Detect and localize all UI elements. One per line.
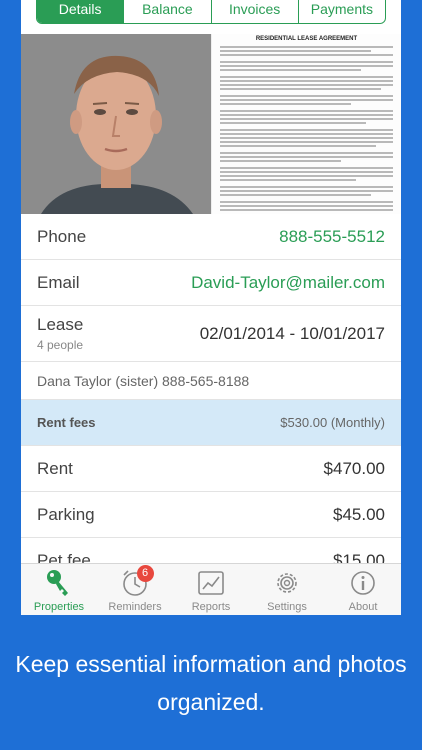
lease-occupants: 4 people: [37, 338, 84, 352]
bottom-tab-bar: Properties 6 Reminders Reports Settings …: [21, 563, 401, 615]
chart-icon: [196, 568, 226, 598]
tabbar-label: Reminders: [108, 601, 162, 613]
info-icon: [348, 568, 378, 598]
marketing-caption: Keep essential information and photos or…: [15, 651, 407, 715]
key-icon: [44, 568, 74, 598]
email-row[interactable]: Email David-Taylor@mailer.com: [21, 260, 401, 306]
rent-fees-label: Rent fees: [37, 415, 96, 430]
segmented-tabs: Details Balance Invoices Payments: [36, 0, 386, 24]
lease-label-group: Lease 4 people: [37, 315, 83, 352]
lease-dates: 02/01/2014 - 10/01/2017: [199, 323, 385, 343]
rent-fees-total: $530.00 (Monthly): [280, 415, 385, 430]
tabbar-label: Settings: [267, 601, 307, 613]
gear-icon: [272, 568, 302, 598]
tenant-photo[interactable]: [21, 34, 211, 214]
lease-label: Lease: [37, 315, 84, 334]
tab-details[interactable]: Details: [37, 0, 124, 23]
phone-label: Phone: [37, 226, 87, 246]
phone-value[interactable]: 888-555-5512: [279, 227, 385, 247]
tabbar-label: Properties: [33, 601, 85, 613]
rent-fees-section[interactable]: Rent fees $530.00 (Monthly): [21, 400, 401, 446]
tenant-details-list: Phone 888-555-5512 Email David-Taylor@ma…: [21, 214, 401, 584]
fee-row-rent[interactable]: Rent $470.00: [21, 446, 401, 492]
tabbar-about[interactable]: About: [325, 564, 401, 615]
lease-document-thumbnail[interactable]: RESIDENTIAL LEASE AGREEMENT: [211, 34, 401, 214]
fee-label: Rent: [37, 458, 73, 478]
tabbar-label: About: [348, 601, 378, 613]
document-title: RESIDENTIAL LEASE AGREEMENT: [255, 36, 358, 42]
tab-invoices[interactable]: Invoices: [210, 0, 298, 23]
email-value[interactable]: David-Taylor@mailer.com: [191, 273, 385, 293]
tabbar-reminders[interactable]: 6 Reminders: [97, 564, 173, 615]
tab-balance[interactable]: Balance: [123, 0, 210, 23]
tab-payments[interactable]: Payments: [297, 0, 385, 23]
app-screen: Details Balance Invoices Payments RESIDE…: [21, 0, 401, 615]
fee-amount: $45.00: [333, 504, 385, 524]
tabbar-properties[interactable]: Properties: [21, 564, 97, 615]
fee-label: Parking: [37, 504, 95, 524]
reminders-badge: 6: [136, 565, 154, 582]
lease-row[interactable]: Lease 4 people 02/01/2014 - 10/01/2017: [21, 306, 401, 362]
emergency-contact: Dana Taylor (sister) 888-565-8188: [37, 372, 250, 389]
phone-row[interactable]: Phone 888-555-5512: [21, 214, 401, 260]
tabbar-settings[interactable]: Settings: [249, 564, 325, 615]
tabbar-label: Reports: [191, 601, 231, 613]
fee-amount: $470.00: [323, 458, 385, 478]
emergency-contact-row[interactable]: Dana Taylor (sister) 888-565-8188: [21, 362, 401, 400]
tabbar-reports[interactable]: Reports: [173, 564, 249, 615]
attachments-strip: RESIDENTIAL LEASE AGREEMENT: [21, 34, 401, 214]
tenant-photo-image: [21, 34, 211, 214]
email-label: Email: [37, 272, 80, 292]
fee-row-parking[interactable]: Parking $45.00: [21, 492, 401, 538]
